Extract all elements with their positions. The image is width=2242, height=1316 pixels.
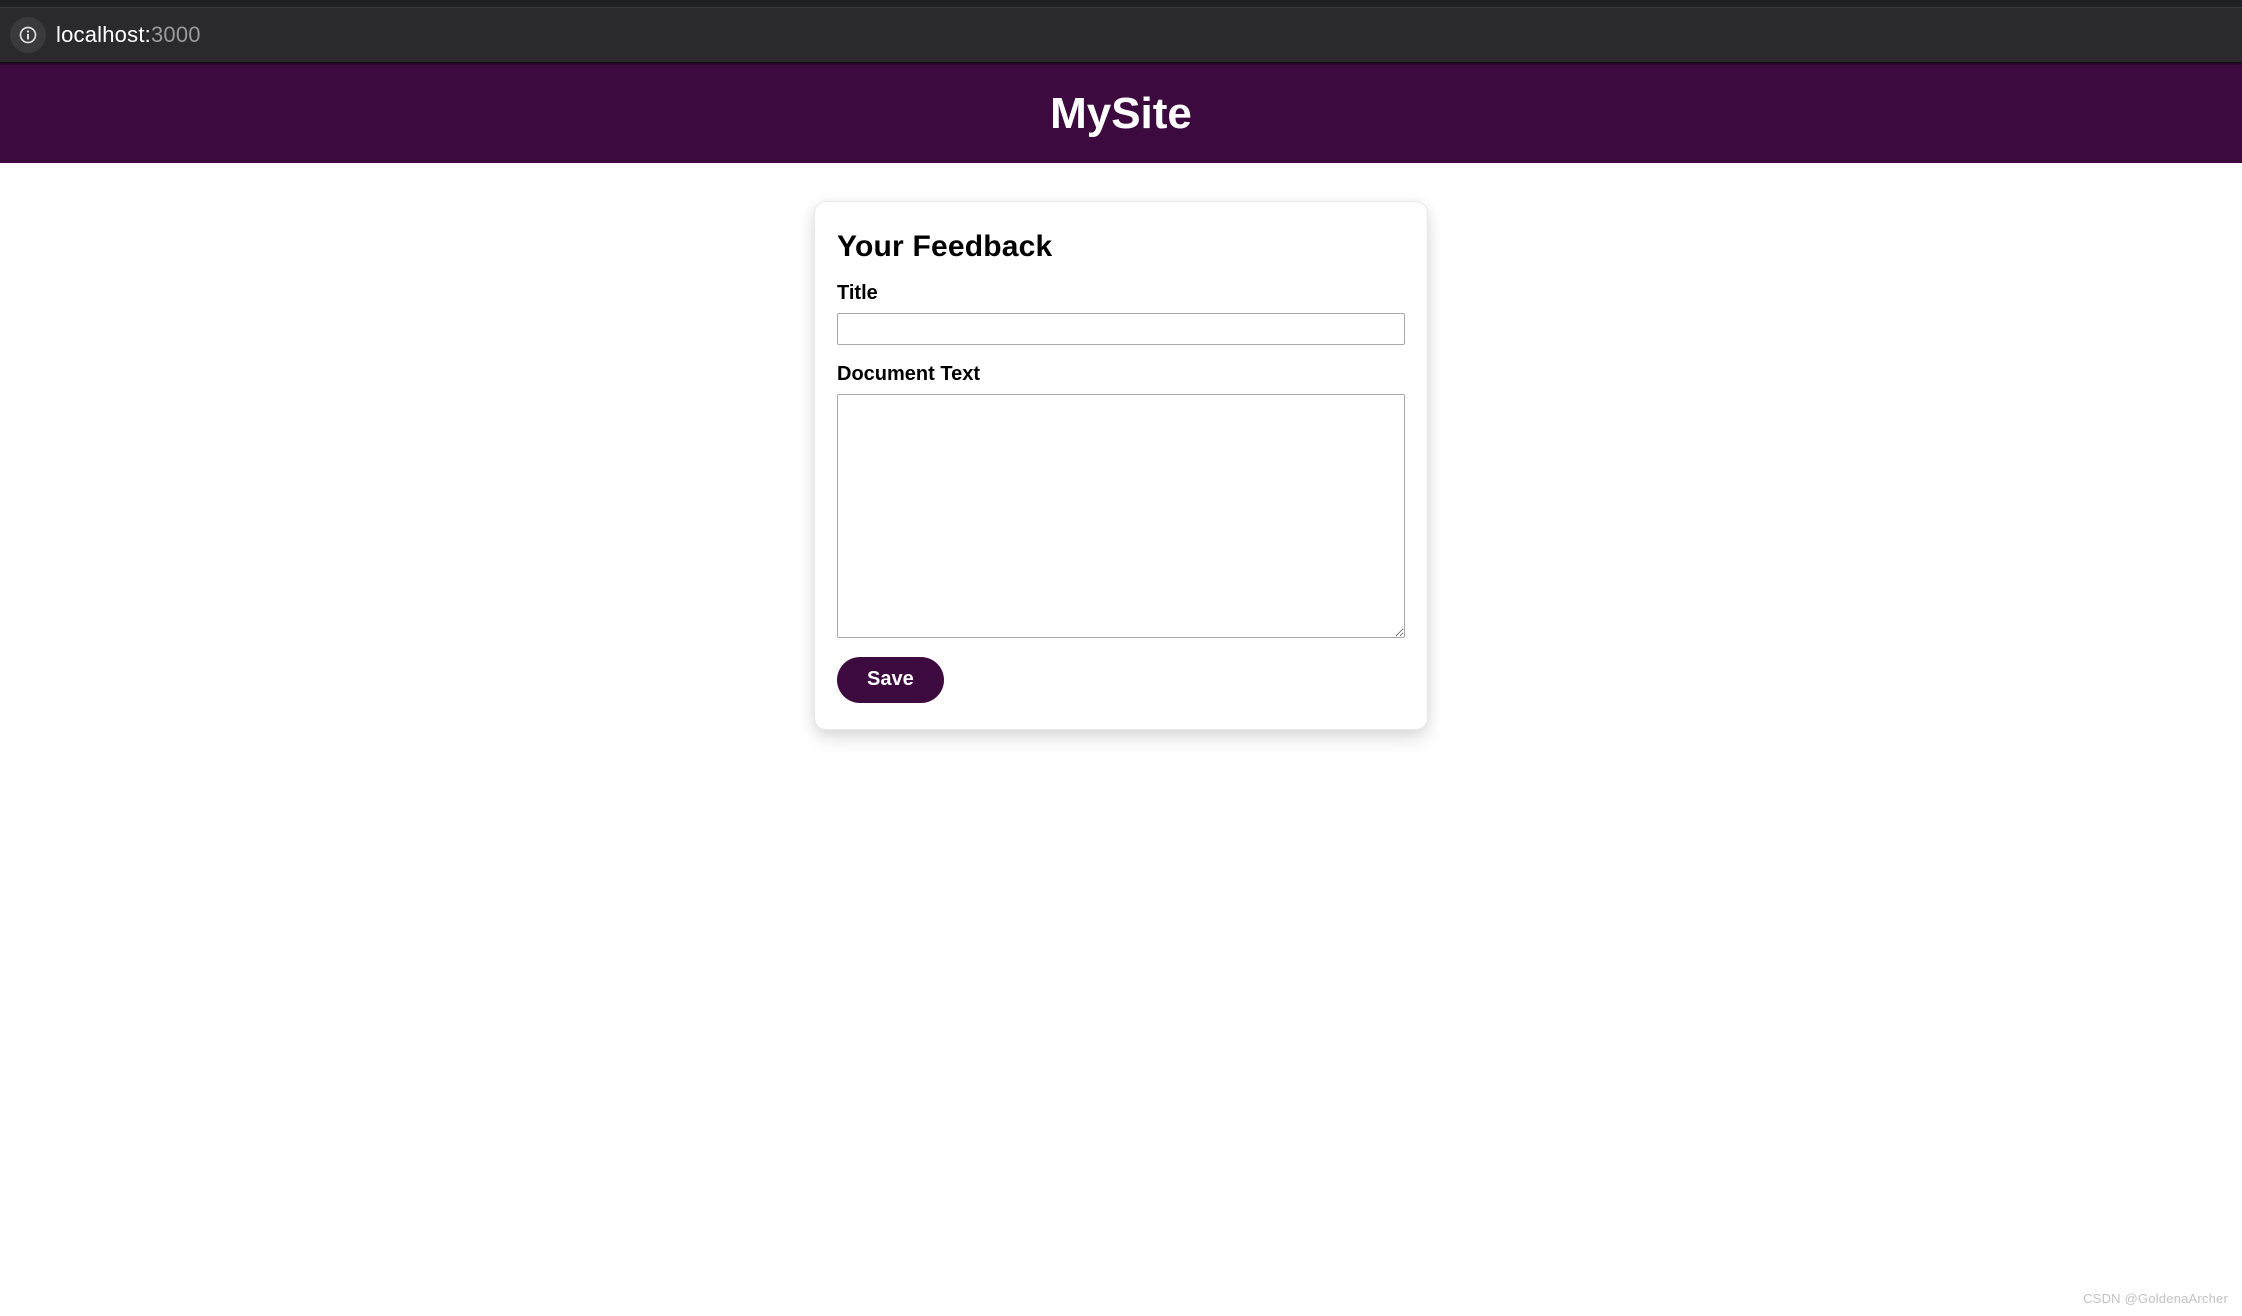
title-input[interactable] [837, 313, 1405, 345]
watermark: CSDN @GoldenaArcher [2083, 1291, 2228, 1306]
browser-address-bar[interactable]: localhost:3000 [0, 7, 2242, 63]
info-icon [18, 25, 38, 45]
site-info-icon[interactable] [10, 17, 46, 53]
document-text-label: Document Text [837, 363, 1405, 386]
save-button[interactable]: Save [837, 657, 944, 703]
site-header: MySite [0, 63, 2242, 163]
url-container: localhost:3000 [10, 8, 201, 62]
page-body: Your Feedback Title Document Text Save C… [0, 163, 2242, 1316]
form-heading: Your Feedback [837, 230, 1405, 264]
url-host: localhost: [56, 22, 151, 47]
title-label: Title [837, 282, 1405, 305]
browser-tab-strip [0, 0, 2242, 7]
url-text[interactable]: localhost:3000 [56, 22, 201, 48]
feedback-card: Your Feedback Title Document Text Save [814, 201, 1428, 730]
viewport: localhost:3000 MySite Your Feedback Titl… [0, 0, 2242, 1316]
document-text-input[interactable] [837, 394, 1405, 638]
site-title: MySite [1050, 89, 1192, 138]
url-port: 3000 [151, 22, 201, 47]
